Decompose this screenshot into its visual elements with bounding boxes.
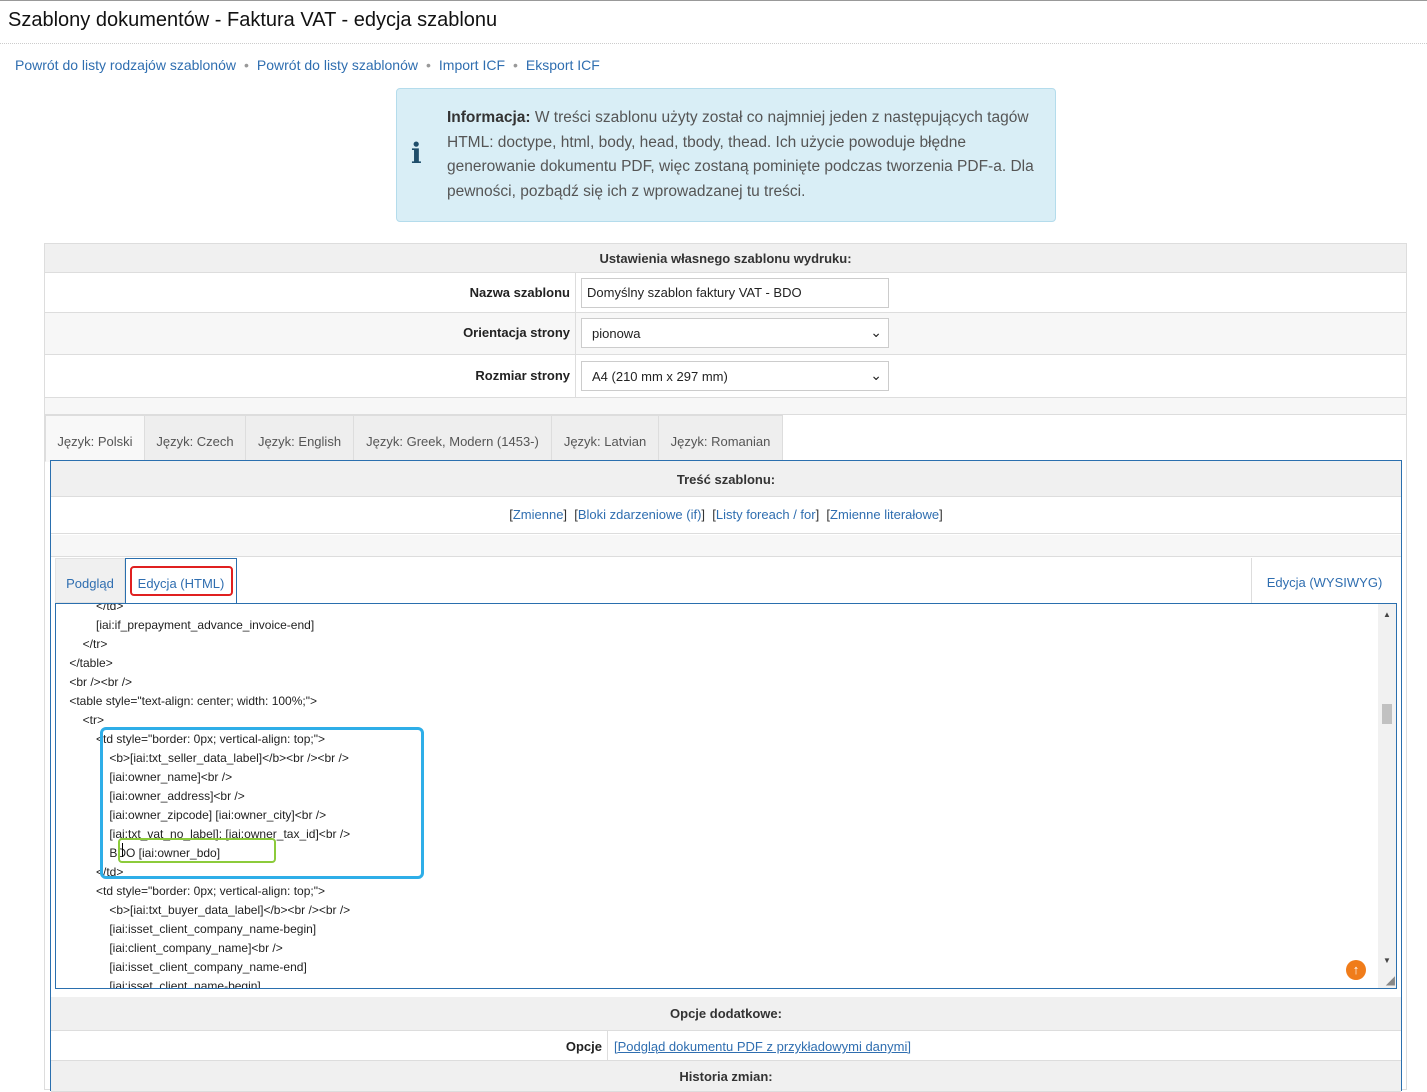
orientation-value: pionowa: [592, 326, 641, 341]
info-label: Informacja:: [447, 109, 531, 126]
options-row: Opcje [Podgląd dokumentu PDF z przykłado…: [51, 1031, 1401, 1061]
content-spacer: [51, 535, 1401, 557]
settings-footer-row: [45, 398, 1406, 415]
template-name-value: Domyślny szablon faktury VAT - BDO: [587, 285, 802, 300]
code-line: [iai:isset_client_name-begin]: [56, 979, 261, 989]
template-name-label: Nazwa szablonu: [45, 273, 576, 312]
export-icf-link[interactable]: Eksport ICF: [526, 57, 600, 73]
page-title: Szablony dokumentów - Faktura VAT - edyc…: [8, 9, 498, 31]
tab-edit-wysiwyg[interactable]: Edycja (WYSIWYG): [1251, 558, 1397, 603]
code-line: </td>: [56, 603, 124, 613]
back-to-template-types-link[interactable]: Powrót do listy rodzajów szablonów: [15, 57, 236, 73]
page-size-select[interactable]: A4 (210 mm x 297 mm) ⌄: [581, 361, 889, 391]
tab-language-latvian[interactable]: Język: Latvian: [551, 415, 659, 461]
page-size-row: Rozmiar strony A4 (210 mm x 297 mm) ⌄: [45, 355, 1406, 398]
info-alert: i Informacja: W treści szablonu użyty zo…: [396, 88, 1056, 222]
settings-header: Ustawienia własnego szablonu wydruku:: [45, 244, 1406, 273]
breadcrumb-separator: •: [244, 57, 249, 73]
text-cursor: [122, 843, 123, 857]
page-header: Szablony dokumentów - Faktura VAT - edyc…: [0, 0, 1427, 44]
back-to-templates-link[interactable]: Powrót do listy szablonów: [257, 57, 418, 73]
language-tab-content: Treść szablonu: [Zmienne] [Bloki zdarzen…: [50, 460, 1402, 1092]
code-line: [iai:client_company_name]<br />: [56, 941, 283, 955]
info-message: Informacja: W treści szablonu użyty zost…: [447, 106, 1047, 204]
orientation-select[interactable]: pionowa ⌄: [581, 318, 889, 348]
code-line: </table>: [56, 656, 113, 670]
tab-language-czech[interactable]: Język: Czech: [144, 415, 246, 461]
import-icf-link[interactable]: Import ICF: [439, 57, 505, 73]
template-name-row: Nazwa szablonu Domyślny szablon faktury …: [45, 273, 1406, 313]
tab-edit-html[interactable]: Edycja (HTML): [125, 558, 237, 604]
editor-tabs: Podgląd Edycja (HTML) Edycja (WYSIWYG): [55, 558, 1397, 604]
breadcrumb-separator: •: [513, 57, 518, 73]
page-size-label: Rozmiar strony: [45, 355, 576, 397]
page-size-value: A4 (210 mm x 297 mm): [592, 369, 728, 384]
literal-variables-link[interactable]: Zmienne literałowe: [830, 507, 939, 522]
code-line: <table style="text-align: center; width:…: [56, 694, 317, 708]
tab-language-greek[interactable]: Język: Greek, Modern (1453-): [353, 415, 552, 461]
tab-language-english[interactable]: Język: English: [245, 415, 354, 461]
tab-preview[interactable]: Podgląd: [55, 558, 125, 603]
scroll-to-top-icon[interactable]: ↑: [1346, 960, 1366, 980]
code-line: <b>[iai:txt_buyer_data_label]</b><br /><…: [56, 903, 351, 917]
code-line: <td style="border: 0px; vertical-align: …: [56, 884, 325, 898]
template-name-input[interactable]: Domyślny szablon faktury VAT - BDO: [581, 278, 889, 308]
html-code-editor[interactable]: </td> [iai:if_prepayment_advance_invoice…: [55, 603, 1397, 989]
scroll-up-arrow-icon[interactable]: ▲: [1383, 610, 1391, 619]
breadcrumb-separator: •: [425, 57, 431, 73]
resize-handle-icon[interactable]: ◢: [1386, 973, 1395, 987]
chevron-down-icon: ⌄: [870, 324, 882, 340]
orientation-row: Orientacja strony pionowa ⌄: [45, 313, 1406, 355]
language-tabs: Język: Polski Język: Czech Język: Englis…: [45, 415, 1406, 462]
options-header: Opcje dodatkowe:: [51, 997, 1401, 1031]
template-settings-panel: Ustawienia własnego szablonu wydruku: Na…: [44, 243, 1407, 1092]
scrollbar-thumb[interactable]: [1382, 704, 1392, 724]
tab-language-romanian[interactable]: Język: Romanian: [658, 415, 783, 461]
editor-scrollbar[interactable]: ▲ ▼: [1378, 604, 1396, 988]
code-line: [iai:isset_client_company_name-begin]: [56, 922, 317, 936]
breadcrumb: Powrót do listy rodzajów szablonów • Powró…: [15, 57, 600, 73]
info-icon: i: [411, 137, 422, 170]
variables-links: [Zmienne] [Bloki zdarzeniowe (if)] [List…: [51, 497, 1401, 534]
code-line: [iai:isset_client_company_name-end]: [56, 960, 307, 974]
content-header: Treść szablonu:: [51, 461, 1401, 497]
chevron-down-icon: ⌄: [870, 367, 882, 383]
highlight-green-box: [118, 838, 276, 863]
code-line: </tr>: [56, 637, 108, 651]
foreach-lists-link[interactable]: Listy foreach / for: [716, 507, 816, 522]
tab-language-polish[interactable]: Język: Polski: [45, 415, 145, 462]
highlight-red-box: [130, 566, 233, 596]
code-line: [iai:if_prepayment_advance_invoice-end]: [56, 618, 315, 632]
history-header: Historia zmian:: [51, 1061, 1401, 1092]
scroll-down-arrow-icon[interactable]: ▼: [1383, 956, 1391, 965]
options-label: Opcje: [51, 1031, 608, 1061]
event-blocks-link[interactable]: Bloki zdarzeniowe (if): [578, 507, 702, 522]
variables-link[interactable]: Zmienne: [513, 507, 564, 522]
code-line: <br /><br />: [56, 675, 133, 689]
info-text: W treści szablonu użyty został co najmni…: [447, 109, 1034, 200]
orientation-label: Orientacja strony: [45, 313, 576, 354]
pdf-preview-link[interactable]: [Podgląd dokumentu PDF z przykładowymi d…: [614, 1039, 911, 1054]
